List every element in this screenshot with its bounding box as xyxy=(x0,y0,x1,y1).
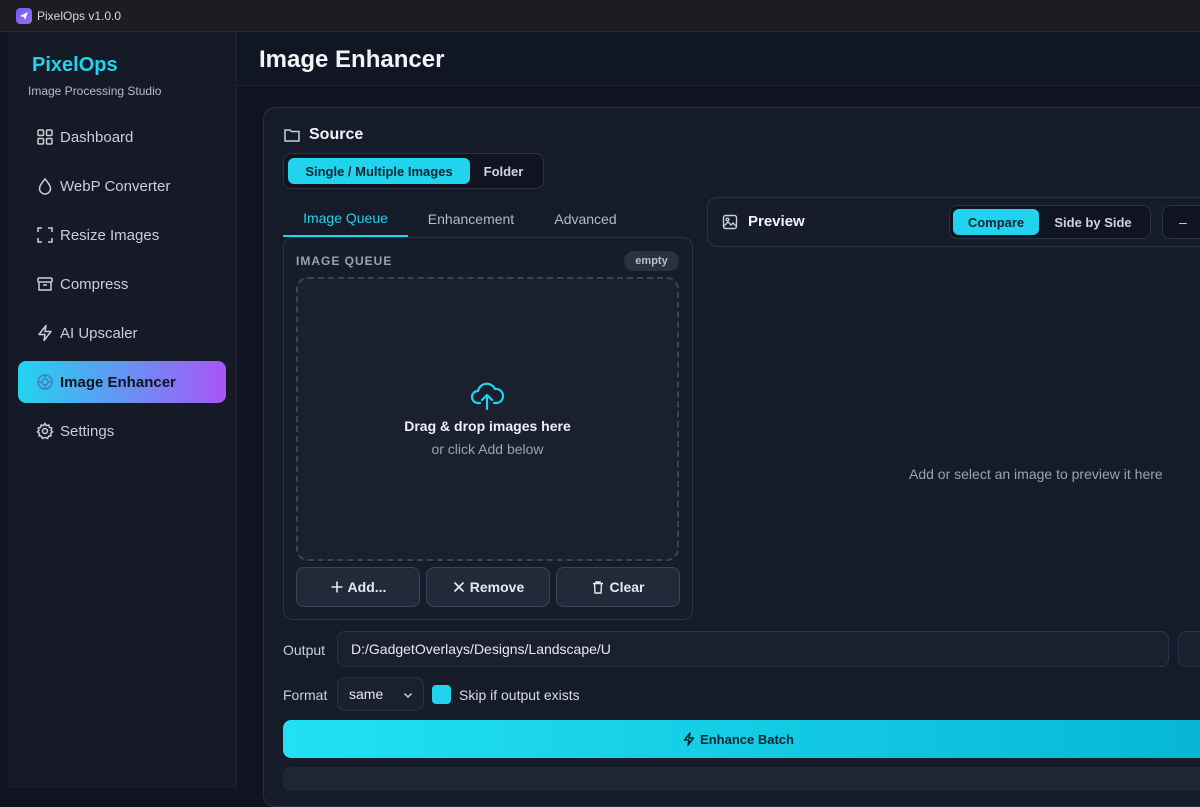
tab-image-queue[interactable]: Image Queue xyxy=(283,200,408,237)
source-mode-toggle: Single / Multiple Images Folder xyxy=(283,153,544,189)
sidebar-item-webp-converter[interactable]: WebP Converter xyxy=(18,165,226,207)
queue-status-badge: empty xyxy=(624,251,679,271)
format-select-value: same xyxy=(349,686,384,702)
drop-zone-title: Drag & drop images here xyxy=(404,418,571,434)
sidebar-item-compress[interactable]: Compress xyxy=(18,263,226,305)
preview-canvas xyxy=(707,281,1200,621)
page-title: Image Enhancer xyxy=(259,46,445,73)
crop-frame-icon xyxy=(37,227,53,243)
sidebar-item-label: Image Enhancer xyxy=(60,373,176,391)
sidebar-item-label: Settings xyxy=(60,422,115,440)
add-button[interactable]: Add... xyxy=(296,567,420,607)
preview-empty-message: Add or select an image to preview it her… xyxy=(909,466,1163,482)
plus-icon xyxy=(331,581,343,593)
browse-output-button[interactable] xyxy=(1178,631,1200,667)
clear-button-label: Clear xyxy=(609,579,645,595)
preview-heading: Preview xyxy=(748,213,805,230)
app-logo-icon xyxy=(16,7,32,24)
gear-icon xyxy=(36,422,54,440)
sidebar-item-settings[interactable]: Settings xyxy=(18,410,226,452)
folder-icon xyxy=(284,129,300,142)
enhance-batch-label: Enhance Batch xyxy=(700,731,794,747)
queue-label: IMAGE QUEUE xyxy=(296,254,393,268)
window-titlebar: PixelOps v1.0.0 xyxy=(0,0,1200,32)
trash-icon xyxy=(593,581,604,594)
sidebar-item-label: Compress xyxy=(60,275,129,293)
format-label: Format xyxy=(283,687,328,703)
format-select[interactable]: same xyxy=(337,677,424,711)
preview-title: Preview xyxy=(722,213,805,230)
tab-enhancement[interactable]: Enhancement xyxy=(408,200,534,237)
preview-mode-toggle: Compare Side by Side xyxy=(949,205,1151,239)
remove-button[interactable]: Remove xyxy=(426,567,550,607)
sidebar-item-dashboard[interactable]: Dashboard xyxy=(18,116,226,158)
sidebar-item-ai-upscaler[interactable]: AI Upscaler xyxy=(18,312,226,354)
chevron-down-icon xyxy=(403,692,413,699)
sidebar-item-label: AI Upscaler xyxy=(60,324,138,342)
mode-folder-button[interactable]: Folder xyxy=(470,158,537,184)
source-heading: Source xyxy=(309,126,364,143)
brand-name: PixelOps xyxy=(32,54,118,76)
skip-existing-checkbox[interactable] xyxy=(432,685,451,704)
bolt-icon xyxy=(38,324,52,342)
sidebar-item-image-enhancer[interactable]: Image Enhancer xyxy=(18,361,226,403)
sidebar-item-label: Resize Images xyxy=(60,226,160,244)
zoom-out-button[interactable]: – xyxy=(1162,205,1200,239)
remove-button-label: Remove xyxy=(469,579,525,595)
grid-icon xyxy=(37,129,53,145)
source-section-title: Source xyxy=(283,126,363,144)
side-by-side-button[interactable]: Side by Side xyxy=(1039,209,1147,235)
skip-existing-label: Skip if output exists xyxy=(459,687,580,703)
sun-icon xyxy=(37,374,53,390)
output-label: Output xyxy=(283,642,326,658)
clear-button[interactable]: Clear xyxy=(556,567,680,607)
brand-subtitle: Image Processing Studio xyxy=(28,84,162,98)
progress-bar xyxy=(283,767,1200,791)
add-button-label: Add... xyxy=(347,579,387,595)
output-path-input[interactable]: D:/GadgetOverlays/Designs/Landscape/U xyxy=(337,631,1169,667)
archive-icon xyxy=(37,277,53,291)
enhance-batch-button[interactable]: Enhance Batch xyxy=(283,720,1200,758)
bolt-icon xyxy=(683,732,695,746)
compare-button[interactable]: Compare xyxy=(953,209,1039,235)
close-icon xyxy=(453,581,464,593)
sidebar-item-label: WebP Converter xyxy=(60,177,171,195)
image-icon xyxy=(722,214,738,229)
drop-zone-subtitle: or click Add below xyxy=(431,441,544,457)
sidebar-item-label: Dashboard xyxy=(60,128,134,146)
main-header: Image Enhancer xyxy=(237,32,1200,86)
tab-bar: Image Queue Enhancement Advanced xyxy=(283,200,693,237)
tab-advanced[interactable]: Advanced xyxy=(534,200,637,237)
sidebar-item-resize-images[interactable]: Resize Images xyxy=(18,214,226,256)
drop-icon xyxy=(38,177,52,195)
window-title: PixelOps v1.0.0 xyxy=(37,8,122,23)
cloud-upload-icon xyxy=(470,382,504,411)
mode-single-multiple-button[interactable]: Single / Multiple Images xyxy=(288,158,470,184)
